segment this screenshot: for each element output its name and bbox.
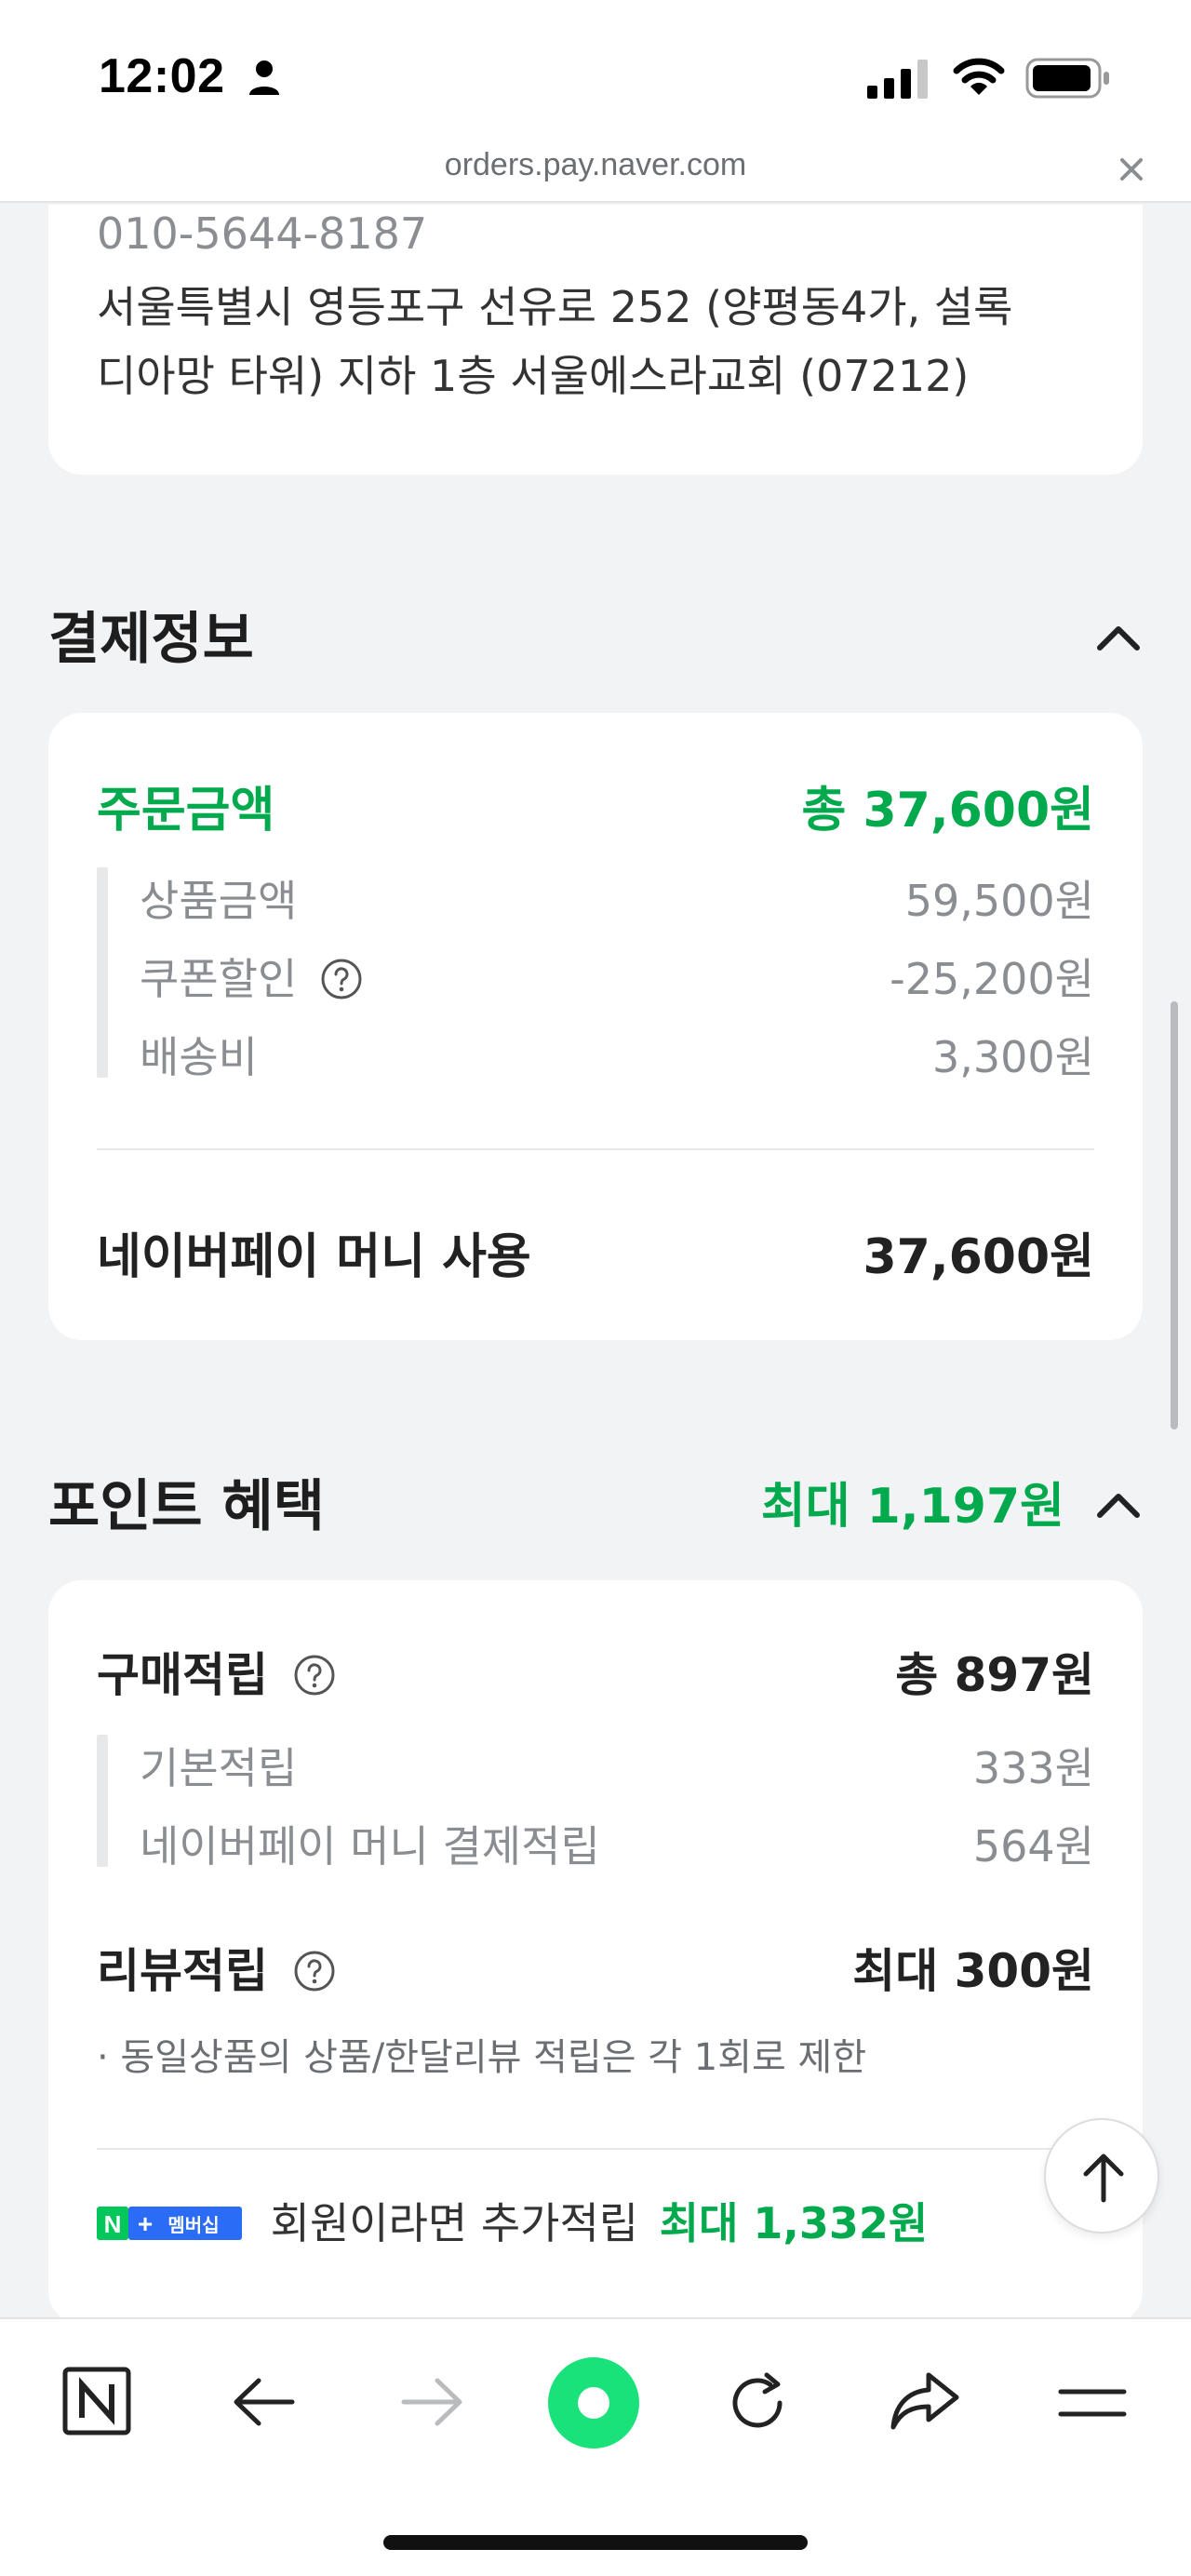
divider: [97, 1148, 1094, 1150]
breakdown-value: 3,300원: [931, 1032, 1094, 1082]
points-label: 네이버페이 머니 결제적립: [140, 1821, 600, 1872]
refresh-icon[interactable]: [724, 2369, 791, 2436]
chevron-up-icon[interactable]: [1096, 624, 1141, 651]
close-icon[interactable]: [1113, 151, 1150, 188]
naver-home-icon[interactable]: [61, 2366, 132, 2436]
cellular-signal-icon: [867, 60, 928, 99]
points-value: 333원: [972, 1743, 1094, 1793]
page-content: 010-5644-8187 서울특별시 영등포구 선유로 252 (양평동4가,…: [0, 205, 1191, 2317]
scroll-to-top-button[interactable]: [1044, 2118, 1159, 2234]
points-max-value: 최대 1,197원: [760, 1479, 1064, 1535]
help-icon[interactable]: [293, 1950, 336, 1992]
home-indicator: [383, 2535, 808, 2550]
forward-arrow-icon[interactable]: [398, 2373, 465, 2431]
payment-method-row: 네이버페이 머니 사용 37,600원: [97, 1217, 1094, 1285]
divider: [97, 2148, 1094, 2150]
payment-info-title: 결제정보: [48, 607, 254, 672]
membership-promo[interactable]: N + 멤버십 회원이라면 추가적립 최대 1,332원: [97, 2190, 929, 2248]
breakdown-label: 쿠폰할인: [140, 954, 298, 1004]
purchase-points-label: 구매적립: [97, 1648, 268, 1702]
green-dot-icon[interactable]: [547, 2356, 640, 2449]
breakdown-value: 59,500원: [904, 876, 1094, 926]
membership-promo-text: 회원이라면 추가적립: [270, 2198, 639, 2248]
points-label: 기본적립: [140, 1743, 298, 1793]
purchase-points-total: 총 897원: [895, 1648, 1094, 1702]
arrow-up-icon: [1083, 2153, 1124, 2203]
breakdown-row-product: 상품금액 59,500원: [140, 867, 1094, 926]
order-amount-total: 총 37,600원: [801, 783, 1094, 839]
order-amount-row: 주문금액 총 37,600원: [97, 771, 1094, 839]
review-points-note: · 동일상품의 상품/한달리뷰 적립은 각 1회로 제한: [97, 2036, 867, 2079]
points-benefit-card: 구매적립 총 897원 기본적립 333원 네이버페이 머니 결제적립 564원…: [48, 1580, 1143, 2317]
menu-icon[interactable]: [1057, 2384, 1128, 2422]
review-points-row: 리뷰적립 최대 300원: [97, 1934, 1094, 1998]
breakdown-row-coupon: 쿠폰할인 -25,200원: [140, 946, 1094, 1004]
browser-toolbar: [0, 2317, 1191, 2576]
person-icon: [249, 60, 279, 95]
badge-plus-text: +: [138, 2209, 153, 2238]
breakdown-value: -25,200원: [890, 954, 1094, 1004]
battery-icon: [1025, 58, 1109, 99]
share-icon[interactable]: [888, 2369, 962, 2435]
badge-membership-text: 멤버십: [167, 2214, 219, 2236]
help-icon[interactable]: [293, 1654, 336, 1697]
recipient-phone: 010-5644-8187: [97, 208, 428, 259]
back-arrow-icon[interactable]: [231, 2373, 298, 2431]
url-text: orders.pay.naver.com: [444, 147, 747, 182]
status-bar: 12:02: [0, 0, 1191, 149]
review-points-value: 최대 300원: [852, 1944, 1094, 1998]
review-points-label: 리뷰적립: [97, 1944, 268, 1998]
breakdown-row-shipping: 배송비 3,300원: [140, 1024, 1094, 1082]
scrollbar[interactable]: [1171, 1001, 1178, 1429]
payment-info-card: 주문금액 총 37,600원 상품금액 59,500원 쿠폰할인 -25,200…: [48, 713, 1143, 1340]
url-bar: orders.pay.naver.com: [0, 138, 1191, 203]
address-line-2: 디아망 타워) 지하 1층 서울에스라교회 (07212): [97, 351, 970, 401]
points-row-basic: 기본적립 333원: [140, 1735, 1094, 1793]
purchase-points-row: 구매적립 총 897원: [97, 1638, 1094, 1702]
status-time: 12:02: [99, 49, 225, 103]
help-icon[interactable]: [320, 958, 363, 1000]
breakdown-label: 상품금액: [140, 876, 298, 926]
shipping-address-card: 010-5644-8187 서울특별시 영등포구 선유로 252 (양평동4가,…: [48, 205, 1143, 475]
breakdown-indicator-bar: [97, 867, 108, 1078]
points-row-pay-money: 네이버페이 머니 결제적립 564원: [140, 1813, 1094, 1872]
address-line-1: 서울특별시 영등포구 선유로 252 (양평동4가, 설록: [97, 282, 1013, 332]
naver-plus-membership-badge: N + 멤버십: [97, 2206, 242, 2240]
order-amount-label: 주문금액: [97, 783, 275, 839]
badge-n-text: N: [104, 2210, 122, 2238]
points-benefit-title: 포인트 혜택: [48, 1474, 325, 1539]
breakdown-indicator-bar: [97, 1735, 108, 1867]
wifi-icon: [953, 58, 1005, 95]
breakdown-label: 배송비: [140, 1032, 258, 1082]
membership-promo-value: 최대 1,332원: [659, 2198, 929, 2248]
chevron-up-icon[interactable]: [1096, 1491, 1141, 1519]
points-value: 564원: [972, 1821, 1094, 1872]
payment-method-label: 네이버페이 머니 사용: [97, 1229, 531, 1285]
payment-method-value: 37,600원: [863, 1229, 1094, 1285]
